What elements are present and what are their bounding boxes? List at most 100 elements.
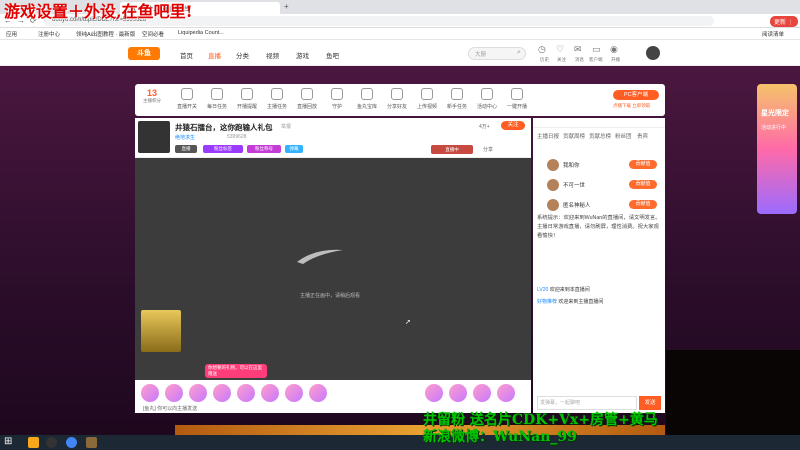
search-icon[interactable]: ⌕ — [517, 49, 521, 57]
chat-tab[interactable]: 贡献周榜 — [563, 132, 585, 140]
tool-item[interactable]: 新手任务 — [443, 88, 471, 110]
nav-live[interactable]: 直播 — [208, 50, 221, 60]
tool-icon — [451, 88, 463, 100]
chat-user[interactable]: LV20 — [537, 287, 548, 293]
rank-row[interactable]: 不可一世 贡献值 — [537, 178, 661, 192]
gift-item[interactable] — [213, 384, 231, 402]
chat-tab[interactable]: 贵宾 — [637, 132, 648, 140]
room-number: 5399628 — [227, 134, 247, 140]
chat-user[interactable]: 好物推荐 — [537, 299, 557, 305]
nav-game[interactable]: 游戏 — [296, 50, 309, 60]
tool-icon — [301, 88, 313, 100]
tool-label: 每日任务 — [206, 104, 227, 110]
sub-button[interactable]: 粉丝称号 — [247, 145, 281, 153]
tool-item[interactable]: 一键开播 — [503, 88, 531, 110]
bookmark-item[interactable]: Liquipedia Count... — [178, 30, 224, 36]
gift-item[interactable] — [261, 384, 279, 402]
user-avatar[interactable] — [646, 46, 660, 60]
rank-row[interactable]: 我和你 贡献值 — [537, 158, 661, 172]
gift-item[interactable] — [165, 384, 183, 402]
gift-item[interactable] — [473, 384, 491, 402]
nav-home[interactable]: 首页 — [180, 50, 193, 60]
gift-item[interactable] — [449, 384, 467, 402]
tool-label: 守护 — [331, 104, 342, 110]
chat-tab[interactable]: 粉丝团 — [615, 132, 632, 140]
taskbar-app-icon[interactable] — [46, 437, 57, 448]
cursor-icon: ➚ — [405, 319, 411, 326]
event-badge[interactable] — [141, 310, 181, 352]
gift-item[interactable] — [497, 384, 515, 402]
tool-item[interactable]: 每日任务 — [203, 88, 231, 110]
nav-category[interactable]: 分类 — [236, 50, 249, 60]
gift-item[interactable] — [285, 384, 303, 402]
promo-line-2: 新浪微博：WuNan_99 — [423, 429, 577, 445]
message-icon[interactable]: ✉ — [574, 44, 582, 55]
gift-item[interactable] — [141, 384, 159, 402]
tool-item[interactable]: 活动中心 — [473, 88, 501, 110]
video-hint: 主播正在画中，请稍后观看 — [300, 293, 361, 299]
rank-row[interactable]: 匿名神秘人 贡献值 — [537, 198, 661, 212]
nav-video[interactable]: 视频 — [266, 50, 279, 60]
new-tab-button[interactable]: + — [284, 2, 289, 11]
pc-client-sub: 点播下载 立即领取 — [613, 103, 651, 108]
site-logo[interactable]: 斗鱼 — [128, 47, 160, 60]
tool-item[interactable]: 主播任务 — [263, 88, 291, 110]
follow-button[interactable]: 关注 — [501, 121, 525, 130]
tool-label: 直播回放 — [296, 104, 317, 110]
sub-button[interactable]: 粉丝标签 — [203, 145, 243, 153]
tool-item[interactable]: 开播提醒 — [233, 88, 261, 110]
tool-item[interactable]: 分享好友 — [383, 88, 411, 110]
promo-line-1: 井留粉 送名片CDK+Vx+房管+黄马 — [423, 412, 658, 428]
tool-item[interactable]: 上传视频 — [413, 88, 441, 110]
barrage-hint: [鱼丸] 你可以向主播发送 — [143, 406, 198, 412]
chat-input[interactable]: 发弹幕，一起聊吧 — [537, 396, 637, 410]
chat-tab[interactable]: 主播日报 — [537, 132, 559, 140]
rank-badge: 贡献值 — [629, 200, 657, 209]
level-label: 主播积分 — [143, 98, 161, 103]
sub-button[interactable]: 直播 — [175, 145, 197, 153]
taskbar-app-icon[interactable] — [86, 437, 97, 448]
chat-tab[interactable]: 贡献总榜 — [589, 132, 611, 140]
bookmark-item[interactable]: 应用 — [6, 30, 17, 38]
history-icon[interactable]: ◷ — [538, 44, 546, 55]
client-icon[interactable]: ▭ — [592, 44, 601, 55]
reading-list[interactable]: 阅读清单 — [762, 30, 784, 38]
follow-label: 关注 — [557, 57, 566, 62]
ad-label: 星光限定 — [761, 110, 789, 117]
chat-text: 欢迎来到主播直播间 — [558, 299, 604, 305]
update-button[interactable]: 更新 ⋮ — [770, 16, 798, 27]
bookmark-item[interactable]: 空间必看 — [142, 30, 164, 38]
category-tag[interactable]: 绝地求生 — [175, 134, 195, 141]
site-header: 斗鱼 首页 直播 分类 视频 游戏 鱼吧 大厨 ⌕ ◷ ♡ ✉ ▭ ◉ 历史 关… — [0, 40, 800, 66]
gift-item[interactable] — [237, 384, 255, 402]
follow-icon[interactable]: ♡ — [556, 44, 564, 55]
share-link[interactable]: 分享 — [483, 146, 493, 153]
gift-item[interactable] — [309, 384, 327, 402]
chrome-icon[interactable] — [66, 437, 77, 448]
windows-taskbar: ⊞ — [0, 435, 800, 450]
broadcast-icon[interactable]: ◉ — [610, 44, 618, 55]
taskbar-app-icon[interactable] — [28, 437, 39, 448]
sub-button[interactable]: 弹幕 — [285, 145, 303, 153]
gift-item[interactable] — [425, 384, 443, 402]
search-box[interactable]: 大厨 ⌕ — [468, 47, 526, 60]
bookmark-item[interactable]: 领纯Ai出图教程 · 最新版 — [76, 30, 135, 38]
system-notice: 系统提示：欢迎来到WuNan的直播间，请文明发言。主播日常游戏直播，请勿刷屏，理… — [537, 215, 661, 239]
gift-item[interactable] — [189, 384, 207, 402]
pc-client-button[interactable]: PC客户端 — [613, 90, 659, 100]
nav-yuba[interactable]: 鱼吧 — [326, 50, 339, 60]
send-button[interactable]: 发送 — [639, 396, 661, 410]
level-number: 13 — [146, 88, 157, 98]
anchor-avatar[interactable] — [138, 121, 170, 153]
tool-label: 一键开播 — [506, 104, 527, 110]
report-link[interactable]: 举报 — [281, 123, 291, 130]
video-player[interactable]: 主播正在画中，请稍后观看 你想要的礼物，可以在这里赠送 ➚ — [135, 158, 531, 380]
tool-item[interactable]: 直播回放 — [293, 88, 321, 110]
right-side-ad[interactable]: 星光限定 活动进行中 — [757, 84, 797, 214]
tool-item[interactable]: 鱼丸宝库 — [353, 88, 381, 110]
windows-start-icon[interactable]: ⊞ — [4, 436, 12, 447]
tool-label: 直播开关 — [176, 104, 197, 110]
tool-item[interactable]: 直播开关 — [173, 88, 201, 110]
tool-item[interactable]: 守护 — [323, 88, 351, 110]
bookmark-item[interactable]: 注册中心 — [38, 30, 60, 38]
